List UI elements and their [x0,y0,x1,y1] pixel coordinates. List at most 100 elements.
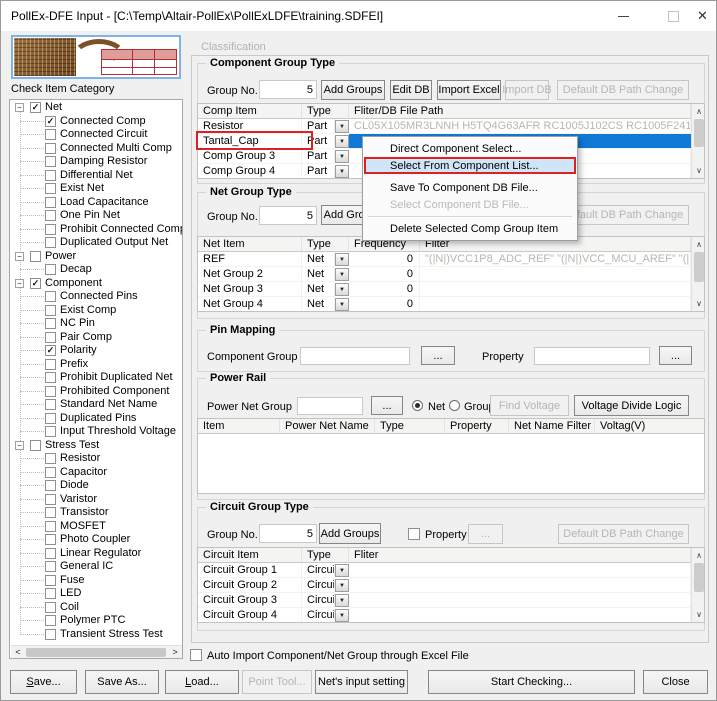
net-cell-type[interactable]: Net [302,282,335,297]
tree-item[interactable]: MOSFET [11,520,182,534]
tree-item[interactable]: Exist Net [11,182,182,196]
comp-col-filter[interactable]: Fliter/DB File Path [349,104,691,119]
scrollbar-thumb[interactable] [26,648,166,657]
comp-add-groups-button[interactable]: Add Groups [321,80,385,100]
auto-import-checkbox[interactable] [190,649,202,661]
power-col-type[interactable]: Type [375,419,445,434]
tree-item-stress-test[interactable]: −Stress Test [11,439,182,453]
power-col-net-name-filter[interactable]: Net Name Filter [509,419,595,434]
circuit-cell-item[interactable]: Circuit Group 1 [198,563,302,578]
comp-col-type[interactable]: Type [302,104,349,119]
dropdown-arrow-icon[interactable]: ▼ [335,594,349,607]
net-cell-frequency[interactable]: 0 [349,252,420,267]
tree-checkbox[interactable] [30,251,41,262]
tree-checkbox[interactable] [45,413,56,424]
circuit-cell-item[interactable]: Circuit Group 4 [198,608,302,623]
tree-checkbox[interactable] [45,318,56,329]
tree-checkbox[interactable] [45,534,56,545]
tree-checkbox[interactable] [45,480,56,491]
tree-checkbox[interactable] [45,197,56,208]
tree-checkbox[interactable] [45,494,56,505]
tree-checkbox[interactable] [45,629,56,640]
tree-checkbox[interactable] [45,224,56,235]
dropdown-arrow-icon[interactable]: ▼ [335,579,349,592]
save-as-button[interactable]: Save As... [85,670,159,694]
comp-group-no-field[interactable] [259,80,317,99]
comp-col-item[interactable]: Comp Item [198,104,302,119]
comp-cell-item[interactable]: Comp Group 3 [198,149,302,164]
tree-item[interactable]: Diode [11,479,182,493]
tree-item[interactable]: Connected Pins [11,290,182,304]
net-cell-filter[interactable]: "(|N|)VCC1P8_ADC_REF" "(|N|)VCC_MCU_AREF… [420,252,691,267]
dropdown-arrow-icon[interactable]: ▼ [335,298,349,311]
tree-checkbox[interactable] [45,291,56,302]
tree-checkbox[interactable] [45,615,56,626]
tree-item[interactable]: LED [11,587,182,601]
tree-item[interactable]: Decap [11,263,182,277]
dropdown-arrow-icon[interactable]: ▼ [335,253,349,266]
tree-checkbox[interactable] [45,588,56,599]
comp-cell-item[interactable]: Comp Group 4 [198,164,302,179]
tree-item[interactable]: ✓Connected Comp [11,115,182,129]
tree-checkbox[interactable] [45,143,56,154]
pin-property-field[interactable] [534,347,650,365]
tree-item[interactable]: Exist Comp [11,304,182,318]
scroll-up-icon[interactable]: ∧ [692,104,705,119]
circuit-cell-filter[interactable] [349,578,691,593]
tree-checkbox[interactable] [45,507,56,518]
circuit-property-checkbox[interactable] [408,528,420,540]
tree-item[interactable]: Pair Comp [11,331,182,345]
net-cell-item[interactable]: Net Group 3 [198,282,302,297]
collapse-icon[interactable]: − [15,441,24,450]
tree-checkbox[interactable] [45,453,56,464]
net-col-item[interactable]: Net Item [198,237,302,252]
tree-checkbox[interactable] [45,170,56,181]
net-radio[interactable] [412,400,423,411]
net-col-type[interactable]: Type [302,237,349,252]
tree-item[interactable]: Damping Resistor [11,155,182,169]
tree-checkbox[interactable] [45,561,56,572]
dropdown-arrow-icon[interactable]: ▼ [335,283,349,296]
tree-checkbox[interactable] [45,264,56,275]
net-cell-filter[interactable] [420,282,691,297]
tree-checkbox[interactable] [45,575,56,586]
tree-item[interactable]: Differential Net [11,169,182,183]
pin-component-group-browse-button[interactable]: ... [421,346,455,365]
dropdown-arrow-icon[interactable]: ▼ [335,268,349,281]
circuit-cell-filter[interactable] [349,593,691,608]
comp-table-scrollbar[interactable]: ∧ ∨ [691,104,705,178]
dropdown-arrow-icon[interactable]: ▼ [335,564,349,577]
net-cell-frequency[interactable]: 0 [349,297,420,312]
scroll-right-icon[interactable]: > [168,646,182,658]
scroll-left-icon[interactable]: < [11,646,25,658]
circuit-col-item[interactable]: Circuit Item [198,548,302,563]
tree-item[interactable]: NC Pin [11,317,182,331]
scrollbar-thumb[interactable] [694,252,704,282]
net-cell-item[interactable]: Net Group 2 [198,267,302,282]
net-cell-item[interactable]: Net Group 4 [198,297,302,312]
tree-item-component[interactable]: −✓Component [11,277,182,291]
tree-checkbox[interactable] [45,426,56,437]
tree-item[interactable]: Load Capacitance [11,196,182,210]
tree-item[interactable]: Photo Coupler [11,533,182,547]
tree-horizontal-scrollbar[interactable]: < > [11,645,182,658]
circuit-col-filter[interactable]: Fliter [349,548,691,563]
tree-item[interactable]: Capacitor [11,466,182,480]
tree-checkbox[interactable] [45,548,56,559]
dropdown-arrow-icon[interactable]: ▼ [335,165,349,178]
dropdown-arrow-icon[interactable]: ▼ [335,135,349,148]
circuit-cell-type[interactable]: Circuit [302,608,335,623]
comp-cell-item[interactable]: Resistor [198,119,302,134]
tree-checkbox[interactable] [45,156,56,167]
tree-item[interactable]: Linear Regulator [11,547,182,561]
comp-cell-type[interactable]: Part [302,149,335,164]
power-col-property[interactable]: Property [445,419,509,434]
circuit-cell-item[interactable]: Circuit Group 2 [198,578,302,593]
scroll-down-icon[interactable]: ∨ [692,296,705,311]
tree-checkbox[interactable] [45,467,56,478]
tree-item[interactable]: General IC [11,560,182,574]
comp-cell-filter[interactable]: CL05X105MR3LNNH H5TQ4G63AFR RC1005J102CS… [349,119,691,134]
tree-checkbox[interactable] [45,359,56,370]
load-button[interactable]: Load... [165,670,239,694]
tree-checkbox[interactable] [45,399,56,410]
